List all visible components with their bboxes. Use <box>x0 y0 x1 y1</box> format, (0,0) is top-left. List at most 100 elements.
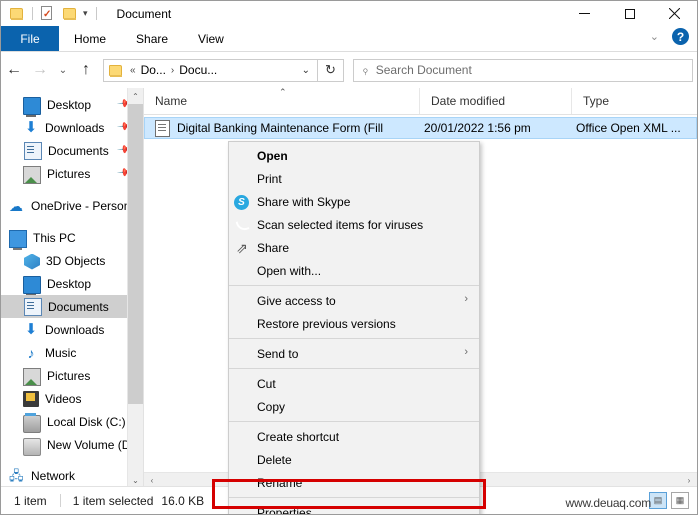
sidebar-item-documents[interactable]: Documents <box>1 295 143 318</box>
menu-item-send-to[interactable]: Send to › <box>229 342 479 365</box>
tab-view[interactable]: View <box>183 26 239 51</box>
sidebar-item-3d-objects[interactable]: 3D Objects <box>1 249 143 272</box>
column-headers: Name ⌃ Date modified Type <box>144 87 697 115</box>
table-row[interactable]: Digital Banking Maintenance Form (Fill 2… <box>144 117 697 139</box>
quick-access-toolbar: ✓ ▾ <box>1 6 104 21</box>
new-folder-icon[interactable] <box>63 7 78 20</box>
maximize-button[interactable] <box>607 1 652 26</box>
menu-item-label: Open <box>257 148 288 163</box>
scroll-right-icon[interactable]: › <box>681 476 697 485</box>
menu-item-open[interactable]: Open <box>229 144 479 167</box>
download-icon: ⬇ <box>24 320 38 338</box>
blank-icon <box>234 452 250 468</box>
picture-icon <box>23 367 41 386</box>
sidebar-item-videos[interactable]: Videos <box>1 387 143 410</box>
properties-icon[interactable]: ✓ <box>40 6 54 21</box>
search-input[interactable]: ⌕ Search Document <box>353 58 693 82</box>
chevron-down-icon[interactable]: ⌄ <box>645 30 664 43</box>
menu-item-print[interactable]: Print <box>229 167 479 190</box>
blank-icon <box>234 505 250 515</box>
blank-icon <box>234 263 250 279</box>
monitor-icon <box>23 96 41 117</box>
forward-button[interactable]: → <box>27 55 53 85</box>
sidebar-item-downloads-quick[interactable]: ⬇ Downloads 📌 <box>1 116 143 139</box>
menu-item-share-with-skype[interactable]: S Share with Skype <box>229 190 479 213</box>
column-header-type[interactable]: Type <box>572 88 692 114</box>
file-type: Office Open XML ... <box>576 121 681 135</box>
minimize-button[interactable] <box>562 1 607 26</box>
menu-item-rename[interactable]: Rename <box>229 471 479 494</box>
up-button[interactable]: ↑ <box>73 55 99 85</box>
menu-item-label: Share <box>257 240 290 255</box>
skype-icon: S <box>234 194 250 210</box>
breadcrumb-item-0[interactable]: Do... <box>139 63 168 77</box>
column-header-date-modified[interactable]: Date modified <box>420 88 572 114</box>
watermark: www.deuaq.com <box>565 496 652 510</box>
sidebar-item-label: Desktop <box>47 276 92 291</box>
back-button[interactable]: ← <box>1 55 27 85</box>
sidebar-item-desktop[interactable]: Desktop <box>1 272 143 296</box>
blank-icon <box>234 316 250 332</box>
menu-item-properties[interactable]: Properties <box>229 501 479 515</box>
breadcrumb-overflow-icon[interactable]: « <box>127 65 139 76</box>
chevron-down-icon[interactable]: ⌄ <box>302 65 310 76</box>
nav-list: Desktop 📌 ⬇ Downloads 📌 Documents 📌 Pict… <box>1 88 143 487</box>
details-view-button[interactable]: ▤ <box>649 492 667 509</box>
sidebar-item-music[interactable]: ♪ Music <box>1 341 143 364</box>
close-button[interactable] <box>652 1 697 26</box>
blank-icon <box>234 429 250 445</box>
blank-icon <box>234 376 250 392</box>
sidebar-item-onedrive[interactable]: ☁ OneDrive - Person <box>1 194 143 217</box>
sidebar-item-local-disk-c[interactable]: Local Disk (C:) <box>1 410 143 433</box>
qat-divider-2 <box>95 7 97 20</box>
music-icon: ♪ <box>27 344 35 361</box>
menu-separator <box>229 285 479 286</box>
recent-locations-button[interactable]: ⌄ <box>53 55 73 85</box>
large-icons-view-button[interactable]: ▦ <box>671 492 689 509</box>
sidebar-scrollbar[interactable]: ⌃ ⌄ <box>127 88 143 488</box>
search-placeholder: Search Document <box>375 63 472 77</box>
folder-icon[interactable] <box>10 7 25 20</box>
menu-item-open-with[interactable]: Open with... <box>229 259 479 282</box>
sidebar-item-pictures[interactable]: Pictures <box>1 364 143 387</box>
menu-item-restore-previous-versions[interactable]: Restore previous versions <box>229 312 479 335</box>
cloud-icon: ☁ <box>9 197 23 214</box>
breadcrumb[interactable]: « Do... › Docu... ⌄ <box>103 58 318 82</box>
help-icon[interactable]: ? <box>672 28 689 45</box>
menu-item-share[interactable]: ⇗ Share <box>229 236 479 259</box>
sidebar-item-downloads[interactable]: ⬇ Downloads <box>1 318 143 341</box>
blank-icon <box>234 475 250 491</box>
menu-item-label: Restore previous versions <box>257 316 396 331</box>
menu-item-scan-for-viruses[interactable]: Scan selected items for viruses <box>229 213 479 236</box>
menu-item-label: Give access to <box>257 293 336 308</box>
sidebar-item-label: Desktop <box>47 97 92 112</box>
submenu-arrow-icon: › <box>464 346 468 358</box>
tab-file[interactable]: File <box>1 26 59 51</box>
chevron-down-icon[interactable]: ▾ <box>83 8 88 19</box>
menu-item-create-shortcut[interactable]: Create shortcut <box>229 425 479 448</box>
refresh-button[interactable]: ↻ <box>318 58 344 82</box>
menu-item-copy[interactable]: Copy <box>229 395 479 418</box>
sidebar-item-pictures-quick[interactable]: Pictures 📌 <box>1 162 143 185</box>
sidebar-item-this-pc[interactable]: This PC <box>1 226 143 250</box>
sidebar-item-desktop-quick[interactable]: Desktop 📌 <box>1 93 143 117</box>
ribbon-right-controls: ⌄ ? <box>645 28 693 45</box>
sidebar-item-documents-quick[interactable]: Documents 📌 <box>1 139 143 162</box>
sidebar-item-new-volume-d[interactable]: New Volume (D:) <box>1 433 143 456</box>
menu-item-cut[interactable]: Cut <box>229 372 479 395</box>
blank-icon <box>234 399 250 415</box>
scroll-up-icon[interactable]: ⌃ <box>128 88 143 104</box>
tab-home[interactable]: Home <box>59 26 121 51</box>
tab-share[interactable]: Share <box>121 26 183 51</box>
menu-item-give-access-to[interactable]: Give access to › <box>229 289 479 312</box>
column-header-name[interactable]: Name ⌃ <box>144 87 420 114</box>
scroll-left-icon[interactable]: ‹ <box>144 476 160 485</box>
video-icon <box>23 391 39 407</box>
menu-item-label: Rename <box>257 475 303 490</box>
sidebar-item-label: Downloads <box>45 322 105 337</box>
scrollbar-thumb[interactable] <box>128 104 143 404</box>
sidebar-item-network[interactable]: 🖧 Network <box>1 464 143 487</box>
breadcrumb-item-1[interactable]: Docu... <box>177 63 219 77</box>
menu-item-delete[interactable]: Delete <box>229 448 479 471</box>
menu-separator <box>229 368 479 369</box>
